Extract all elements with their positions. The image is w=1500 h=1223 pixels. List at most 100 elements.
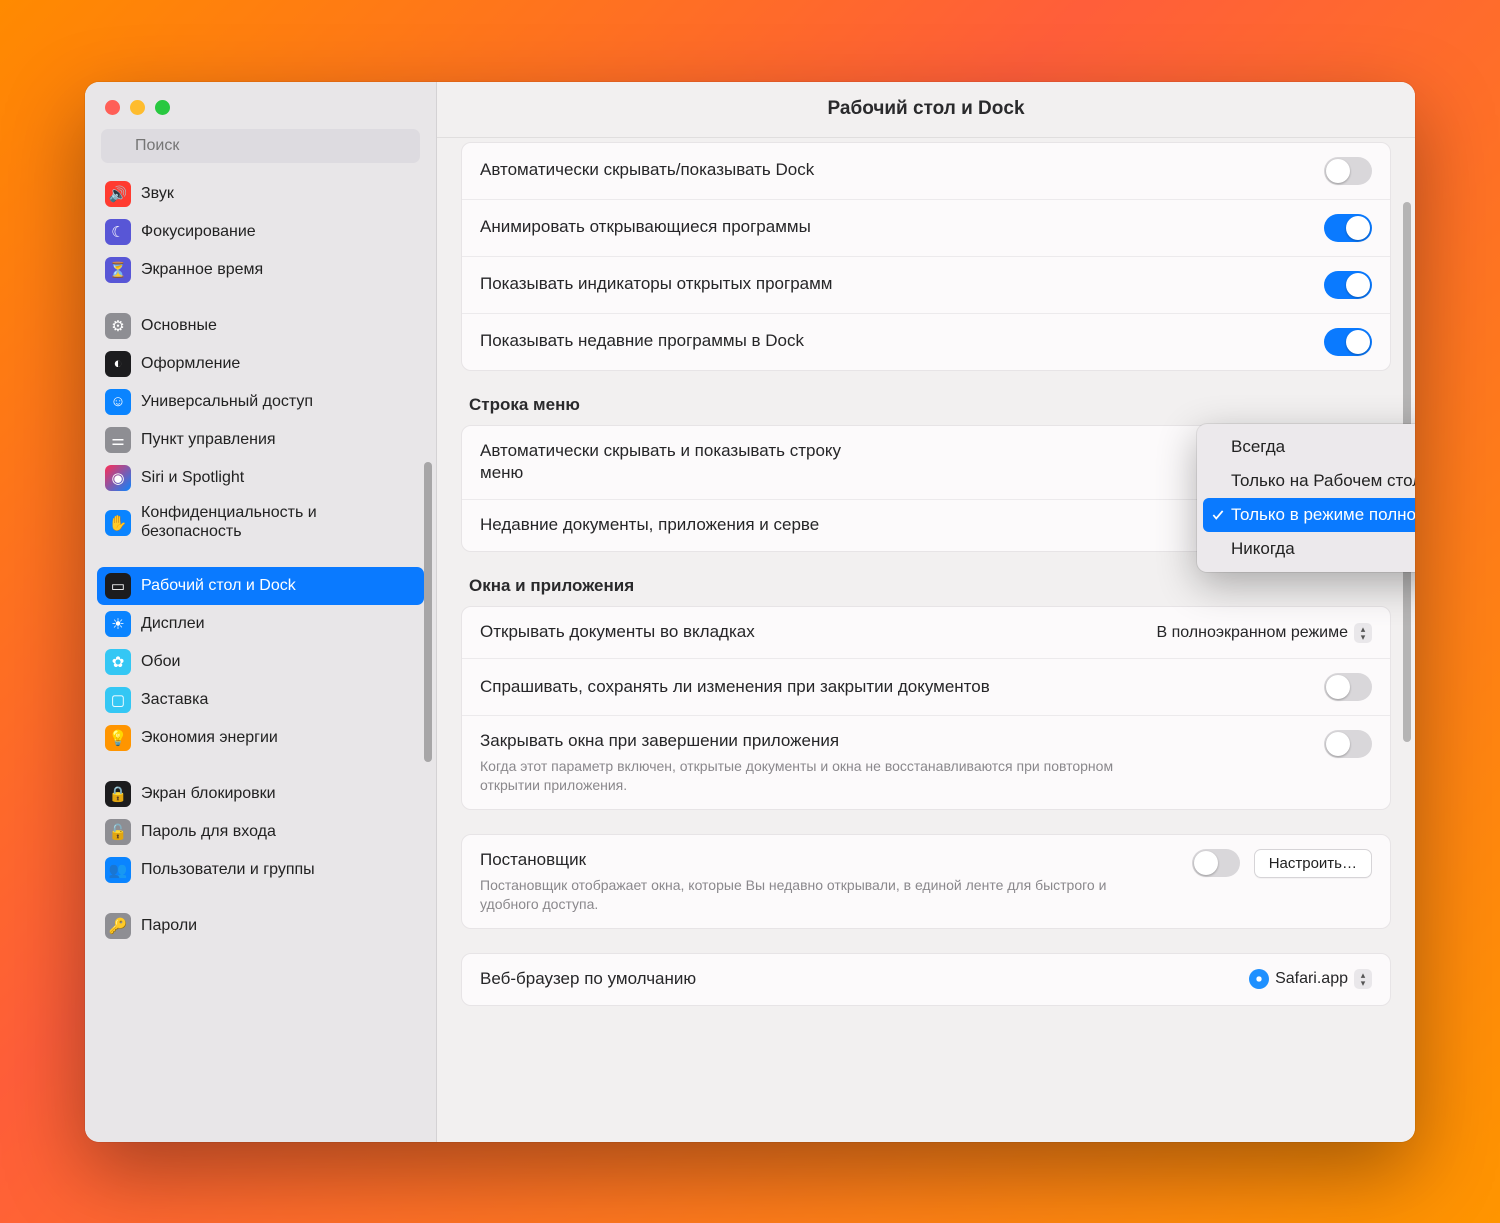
sidebar-item-label: Пароли — [141, 917, 197, 935]
sidebar-item-wallpaper[interactable]: ✿ Обои — [97, 643, 424, 681]
sidebar-item-desktop-dock[interactable]: ▭ Рабочий стол и Dock — [97, 567, 424, 605]
row-sublabel: Когда этот параметр включен, открытые до… — [480, 757, 1120, 795]
flower-icon: ✿ — [105, 649, 131, 675]
sidebar-item-label: Звук — [141, 185, 174, 203]
system-settings-window: 🔊Звук ☾ Фокусирование ⏳Экранное время ⚙ Ос… — [85, 82, 1415, 1142]
sidebar-item-accessibility[interactable]: ☺Универсальный доступ — [97, 383, 424, 421]
sidebar-item-users-groups[interactable]: 👥 Пользователи и группы — [97, 851, 424, 889]
chevron-updown-icon: ▴▾ — [1354, 623, 1372, 643]
window-controls — [85, 82, 436, 127]
section-browser: Веб-браузер по умолчанию Safari.app ▴▾ — [461, 953, 1391, 1006]
page-title: Рабочий стол и Dock — [437, 82, 1415, 138]
brightness-icon: ☀ — [105, 611, 131, 637]
sidebar-item-privacy[interactable]: ✋Конфиденциальность и безопасность — [97, 497, 424, 549]
configure-button[interactable]: Настроить… — [1254, 849, 1372, 878]
sidebar-item-label: Конфиденциальность и безопасность — [141, 504, 416, 541]
sidebar-item-appearance[interactable]: ◐ Оформление — [97, 345, 424, 383]
moon-icon: ☾ — [105, 219, 131, 245]
select-open-tabs[interactable]: В полноэкранном режиме ▴▾ — [1156, 623, 1372, 643]
toggle-stage-manager[interactable] — [1192, 849, 1240, 877]
sidebar-item-energy[interactable]: 💡 Экономия энергии — [97, 719, 424, 757]
sidebar-item-label: Заставка — [141, 691, 208, 709]
sidebar-item-siri[interactable]: ◉ Siri и Spotlight — [97, 459, 424, 497]
row-label: Анимировать открывающиеся программы — [480, 216, 1310, 239]
chevron-updown-icon: ▴▾ — [1354, 969, 1372, 989]
select-value: В полноэкранном режиме — [1156, 624, 1348, 642]
sidebar-item-label: Экономия энергии — [141, 729, 278, 747]
dock-icon: ▭ — [105, 573, 131, 599]
sidebar-item-displays[interactable]: ☀ Дисплеи — [97, 605, 424, 643]
toggle-show-indicators[interactable] — [1324, 271, 1372, 299]
dropdown-item-never[interactable]: Никогда — [1203, 532, 1415, 566]
sidebar-item-label: Пользователи и группы — [141, 861, 315, 879]
search-input[interactable] — [101, 129, 420, 163]
check-icon — [1211, 508, 1225, 522]
sidebar-item-label: Оформление — [141, 355, 240, 373]
sidebar-item-label: Экран блокировки — [141, 785, 276, 803]
windows-card: Открывать документы во вкладках В полноэ… — [461, 606, 1391, 810]
sidebar-item-login-password[interactable]: 🔓Пароль для входа — [97, 813, 424, 851]
toggle-autohide-dock[interactable] — [1324, 157, 1372, 185]
row-label: Спрашивать, сохранять ли изменения при з… — [480, 676, 1310, 699]
toggle-show-recent[interactable] — [1324, 328, 1372, 356]
row-show-indicators: Показывать индикаторы открытых программ — [462, 257, 1390, 314]
toggle-close-quit[interactable] — [1324, 730, 1372, 758]
row-label: Показывать недавние программы в Dock — [480, 330, 1310, 353]
sidebar-item-screentime[interactable]: ⏳Экранное время — [97, 251, 424, 289]
sidebar-item-label: Siri и Spotlight — [141, 469, 244, 487]
padlock-icon: 🔓 — [105, 819, 131, 845]
fullscreen-button[interactable] — [155, 100, 170, 115]
toggle-ask-save[interactable] — [1324, 673, 1372, 701]
row-show-recent: Показывать недавние программы в Dock — [462, 314, 1390, 370]
users-icon: 👥 — [105, 857, 131, 883]
contrast-icon: ◐ — [105, 351, 131, 377]
minimize-button[interactable] — [130, 100, 145, 115]
dropdown-item-label: Никогда — [1231, 539, 1295, 559]
screensaver-icon: ▢ — [105, 687, 131, 713]
sidebar-item-label: Основные — [141, 317, 217, 335]
section-title-menubar: Строка меню — [461, 395, 1391, 425]
sidebar-item-label: Фокусирование — [141, 223, 256, 241]
sidebar-item-label: Экранное время — [141, 261, 263, 279]
sidebar-item-label: Рабочий стол и Dock — [141, 577, 296, 595]
sidebar-item-label: Пункт управления — [141, 431, 276, 449]
dropdown-item-always[interactable]: Всегда — [1203, 430, 1415, 464]
gear-icon: ⚙ — [105, 313, 131, 339]
sidebar-item-lockscreen[interactable]: 🔒 Экран блокировки — [97, 775, 424, 813]
sidebar-list[interactable]: 🔊Звук ☾ Фокусирование ⏳Экранное время ⚙ Ос… — [85, 173, 436, 1142]
sliders-icon: ⚌ — [105, 427, 131, 453]
close-button[interactable] — [105, 100, 120, 115]
sidebar-item-focus[interactable]: ☾ Фокусирование — [97, 213, 424, 251]
sidebar: 🔊Звук ☾ Фокусирование ⏳Экранное время ⚙ Ос… — [85, 82, 437, 1142]
accessibility-icon: ☺ — [105, 389, 131, 415]
dropdown-item-label: Только на Рабочем столе — [1231, 471, 1415, 491]
safari-icon — [1249, 969, 1269, 989]
key-icon: 🔑 — [105, 913, 131, 939]
sidebar-scrollbar[interactable] — [424, 462, 432, 762]
sidebar-item-label: Дисплеи — [141, 615, 205, 633]
dropdown-item-fullscreen-only[interactable]: Только в режиме полного экрана — [1203, 498, 1415, 532]
row-default-browser: Веб-браузер по умолчанию Safari.app ▴▾ — [462, 954, 1390, 1005]
main-panel: Рабочий стол и Dock Автоматически скрыва… — [437, 82, 1415, 1142]
select-default-browser[interactable]: Safari.app ▴▾ — [1249, 969, 1372, 989]
row-autohide-dock: Автоматически скрывать/показывать Dock — [462, 143, 1390, 200]
sidebar-item-label: Обои — [141, 653, 180, 671]
sidebar-item-passwords[interactable]: 🔑 Пароли — [97, 907, 424, 945]
sidebar-item-general[interactable]: ⚙ Основные — [97, 307, 424, 345]
row-label: Показывать индикаторы открытых программ — [480, 273, 1310, 296]
sidebar-item-control-center[interactable]: ⚌ Пункт управления — [97, 421, 424, 459]
dropdown-item-label: Всегда — [1231, 437, 1285, 457]
row-label: Открывать документы во вкладках — [480, 621, 1142, 644]
sidebar-item-sound[interactable]: 🔊Звук — [97, 175, 424, 213]
menubar-autohide-dropdown: Всегда Только на Рабочем столе Только в … — [1197, 424, 1415, 572]
sidebar-item-screensaver[interactable]: ▢ Заставка — [97, 681, 424, 719]
toggle-animate-apps[interactable] — [1324, 214, 1372, 242]
content-scroll[interactable]: Автоматически скрывать/показывать Dock А… — [437, 138, 1415, 1142]
lock-icon: 🔒 — [105, 781, 131, 807]
row-ask-save: Спрашивать, сохранять ли изменения при з… — [462, 659, 1390, 716]
stage-card: Постановщик Постановщик отображает окна,… — [461, 834, 1391, 929]
bulb-icon: 💡 — [105, 725, 131, 751]
dropdown-item-desktop-only[interactable]: Только на Рабочем столе — [1203, 464, 1415, 498]
siri-icon: ◉ — [105, 465, 131, 491]
dropdown-item-label: Только в режиме полного экрана — [1231, 505, 1415, 525]
